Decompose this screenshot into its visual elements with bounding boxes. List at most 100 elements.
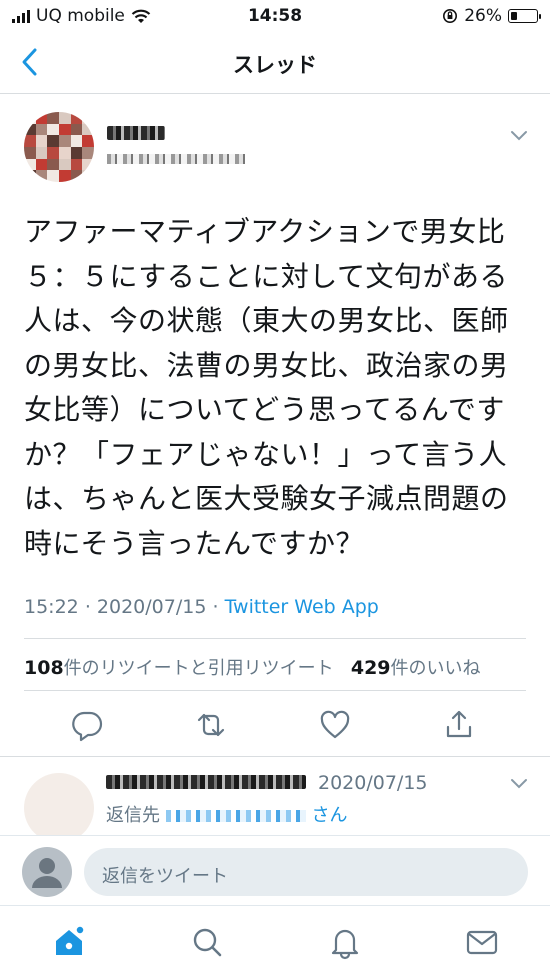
mosaic-tile [70, 784, 83, 797]
chevron-down-icon[interactable] [510, 130, 528, 142]
mosaic-tile [35, 112, 48, 124]
mosaic-tile [70, 158, 83, 171]
author-name-redacted[interactable] [107, 126, 165, 140]
tweet-source-link[interactable]: Twitter Web App [225, 596, 379, 618]
mosaic-tile [59, 146, 71, 159]
mosaic-tile [82, 819, 94, 832]
mosaic-tile [59, 123, 71, 136]
mosaic-tile [35, 773, 48, 785]
mosaic-tile [70, 112, 83, 124]
messages-icon[interactable] [464, 924, 500, 960]
mosaic-tile [35, 158, 48, 171]
reply-to-line: 返信先 さん [106, 801, 347, 827]
mosaic-tile [82, 170, 94, 182]
like-count: 429 [350, 657, 391, 679]
nav-bar: スレッド [0, 32, 550, 94]
mosaic-tile [70, 135, 83, 147]
mosaic-tile [47, 135, 59, 147]
mosaic-tile [82, 807, 94, 820]
like-icon[interactable] [318, 708, 352, 742]
tweet-text: アファーマティブアクションで男女比 ５：５にすることに対して文句がある 人は、今… [24, 215, 509, 560]
likes-link[interactable]: 429件のいいね [350, 657, 481, 679]
status-bar: UQ mobile 14:58 26% [0, 0, 550, 32]
mosaic-tile [47, 112, 59, 124]
page-title: スレッド [233, 53, 317, 77]
mosaic-tile [24, 135, 36, 147]
mosaic-tile [35, 784, 48, 797]
mosaic-tile [24, 807, 36, 820]
mosaic-tile [35, 796, 48, 808]
mosaic-tile [35, 170, 48, 182]
mosaic-tile [82, 773, 94, 785]
mosaic-tile [24, 158, 36, 171]
reply-author-name-redacted[interactable] [106, 775, 306, 789]
mosaic-tile [47, 146, 59, 159]
mosaic-tile [70, 819, 83, 832]
notifications-icon[interactable] [327, 924, 363, 960]
like-label: 件のいいね [390, 658, 481, 679]
mosaic-tile [35, 146, 48, 159]
mosaic-tile [35, 123, 48, 136]
retweets-link[interactable]: 108件のリツイートと引用リツイート [24, 657, 334, 679]
chevron-down-icon[interactable] [510, 778, 528, 790]
default-avatar-icon [32, 858, 62, 888]
share-icon[interactable] [442, 708, 476, 742]
reply-to-handle-redacted[interactable] [165, 810, 306, 822]
author-avatar[interactable] [24, 112, 94, 182]
mosaic-tile [24, 773, 36, 785]
mosaic-tile [82, 784, 94, 797]
mosaic-tile [82, 796, 94, 808]
mosaic-tile [47, 158, 59, 171]
mosaic-tile [47, 170, 59, 182]
divider [24, 638, 526, 639]
reply-author-avatar[interactable] [24, 773, 94, 843]
divider [0, 756, 550, 757]
mosaic-tile [70, 123, 83, 136]
mosaic-tile [35, 807, 48, 820]
divider [24, 690, 526, 691]
reply-to-suffix[interactable]: さん [311, 805, 347, 826]
reply-input[interactable]: 返信をツイート [84, 848, 528, 896]
mosaic-tile [24, 784, 36, 797]
battery-info: 26% [442, 6, 541, 26]
meta-separator: · [84, 596, 91, 618]
mosaic-tile [47, 807, 59, 820]
mosaic-tile [35, 819, 48, 832]
my-avatar[interactable] [22, 847, 72, 897]
mosaic-tile [59, 773, 71, 785]
mosaic-tile [82, 123, 94, 136]
mosaic-tile [70, 807, 83, 820]
mosaic-tile [82, 135, 94, 147]
mosaic-tile [24, 819, 36, 832]
orientation-lock-icon [443, 9, 458, 23]
mosaic-tile [59, 796, 71, 808]
reply-icon[interactable] [70, 708, 104, 742]
retweet-count: 108 [24, 657, 64, 679]
mosaic-tile [82, 146, 94, 159]
mosaic-tile [24, 146, 36, 159]
tab-bar [0, 905, 550, 978]
home-icon[interactable] [51, 924, 87, 960]
tweet-time: 15:22 [24, 596, 79, 618]
author-handle-redacted [107, 154, 245, 164]
mosaic-tile [70, 170, 83, 182]
mosaic-tile [59, 112, 71, 124]
mosaic-tile [59, 158, 71, 171]
mosaic-tile [59, 170, 71, 182]
mosaic-tile [47, 796, 59, 808]
mosaic-tile [47, 773, 59, 785]
mosaic-tile [59, 784, 71, 797]
mosaic-tile [24, 112, 36, 124]
mosaic-tile [70, 773, 83, 785]
mosaic-tile [47, 123, 59, 136]
battery-icon [508, 9, 541, 23]
reply-date: 2020/07/15 [318, 772, 428, 794]
search-icon[interactable] [189, 924, 225, 960]
retweet-label: 件のリツイートと引用リツイート [63, 658, 334, 679]
mosaic-tile [82, 112, 94, 124]
mosaic-tile [24, 170, 36, 182]
meta-separator: · [212, 596, 219, 618]
reply-to-prefix: 返信先 [106, 805, 160, 826]
retweet-icon[interactable] [194, 708, 228, 742]
mosaic-tile [59, 135, 71, 147]
